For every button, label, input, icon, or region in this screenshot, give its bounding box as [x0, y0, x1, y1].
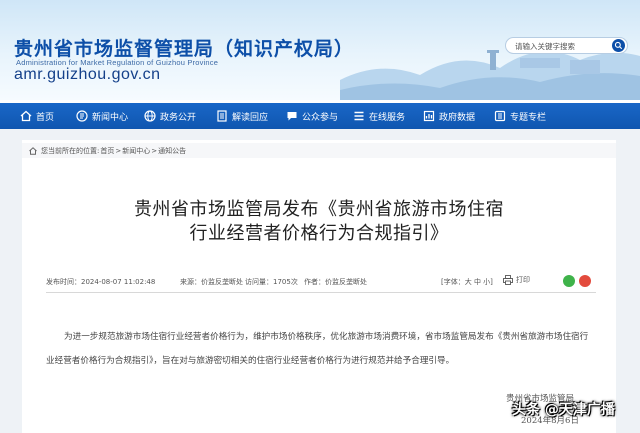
search-icon[interactable] [612, 39, 625, 52]
main-nav: 首页 新闻中心 政务公开 解读回应 公众参与 在线服务 政府数据 专题专栏 [0, 103, 640, 129]
nav-label: 新闻中心 [92, 112, 129, 123]
home-icon [20, 110, 32, 122]
search-box[interactable]: 请输入关键字搜索 [505, 37, 628, 54]
publish-time: 发布时间：2024-08-07 11:02:48 [46, 278, 156, 286]
site-header: 贵州省市场监督管理局（知识产权局） Administration for Mar… [0, 0, 640, 100]
printer-icon [503, 275, 513, 285]
nav-item-interpretation[interactable]: 解读回应 [216, 103, 268, 129]
nav-item-open-government[interactable]: 政务公开 [144, 103, 196, 129]
breadcrumb-separator: > [151, 146, 158, 155]
article-title-line-2: 行业经营者价格行为合规指引》 [189, 223, 449, 244]
news-icon [76, 110, 88, 122]
nav-label: 解读回应 [232, 112, 269, 123]
chat-icon [287, 112, 297, 121]
nav-label: 首页 [36, 112, 55, 123]
article-source: 来源：价监反垄断处 [180, 278, 243, 286]
nav-item-government-data[interactable]: 政府数据 [423, 103, 475, 129]
doc-icon [217, 110, 227, 122]
print-button[interactable]: 打印 [503, 275, 530, 285]
article-meta: 发布时间：2024-08-07 11:02:48 来源：价监反垄断处 访问量：1… [46, 275, 596, 289]
breadcrumb-link-notices[interactable]: 通知公告 [158, 146, 186, 156]
article-body-paragraph: 为进一步规范旅游市场住宿行业经营者价格行为，维护市场价格秩序，优化旅游市场消费环… [46, 332, 589, 366]
list-icon [354, 111, 364, 121]
nav-label: 在线服务 [369, 112, 406, 123]
nav-item-special-topics[interactable]: 专题专栏 [494, 103, 546, 129]
breadcrumb-link-news[interactable]: 新闻中心 [122, 146, 150, 156]
article-author: 作者：价监反垄断处 [304, 278, 367, 286]
nav-label: 专题专栏 [510, 112, 547, 123]
nav-item-news[interactable]: 新闻中心 [76, 103, 128, 129]
site-title: 贵州省市场监督管理局（知识产权局） [14, 38, 355, 60]
search-placeholder[interactable]: 请输入关键字搜索 [515, 41, 575, 52]
breadcrumb: 您当前所在的位置: 首页 > 新闻中心 > 通知公告 [22, 143, 616, 158]
weibo-share-icon[interactable] [579, 275, 591, 287]
globe-icon [144, 110, 156, 122]
nav-item-home[interactable]: 首页 [20, 103, 54, 129]
nav-item-public-participation[interactable]: 公众参与 [286, 103, 338, 129]
breadcrumb-prefix: 您当前所在的位置: [41, 146, 100, 155]
wechat-share-icon[interactable] [563, 275, 575, 287]
data-icon [423, 110, 435, 122]
breadcrumb-separator: > [115, 146, 122, 155]
toutiao-watermark: 头条 @天津广播 [512, 402, 615, 418]
meta-divider [46, 292, 596, 293]
nav-item-online-services[interactable]: 在线服务 [353, 103, 405, 129]
nav-label: 政府数据 [439, 112, 476, 123]
folder-icon [494, 110, 506, 122]
nav-label: 公众参与 [302, 112, 339, 123]
article-title-line-1: 贵州省市场监管局发布《贵州省旅游市场住宿 [134, 199, 504, 220]
site-url: amr.guizhou.gov.cn [14, 66, 161, 83]
view-count: 访问量：1705次 [245, 278, 298, 286]
breadcrumb-link-home[interactable]: 首页 [100, 146, 114, 156]
font-size-switcher[interactable]: [字体：大 中 小] [441, 277, 493, 287]
print-label: 打印 [516, 276, 530, 284]
nav-label: 政务公开 [160, 112, 197, 123]
home-icon [29, 146, 37, 155]
